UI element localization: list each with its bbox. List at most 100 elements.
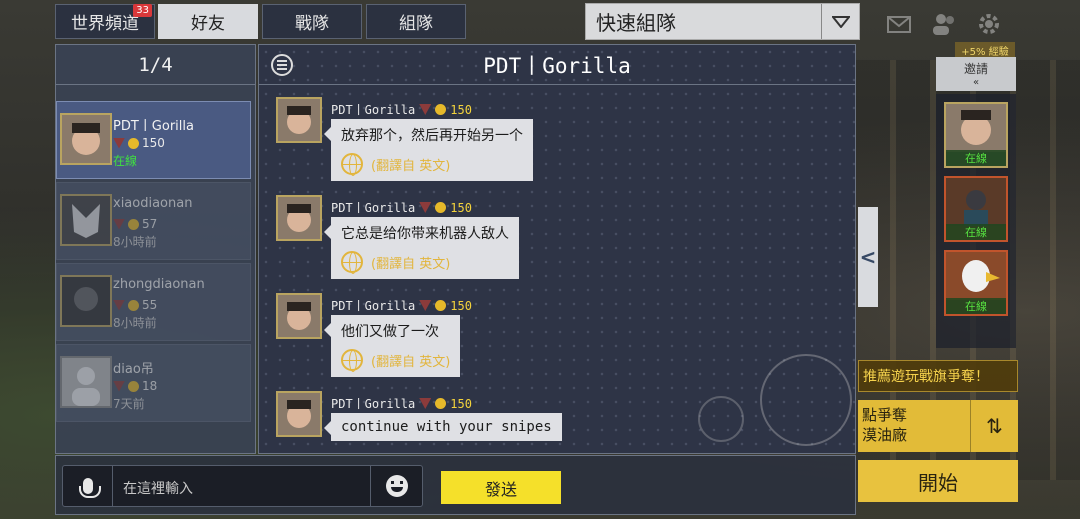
star-icon bbox=[435, 300, 447, 311]
friend-name: xiaodiaonan bbox=[113, 196, 193, 211]
team-slot[interactable]: 在線 bbox=[944, 250, 1008, 316]
sender-line: PDT丨Gorilla 150 bbox=[331, 298, 472, 314]
star-icon bbox=[435, 202, 447, 213]
tab-friends[interactable]: 好友 bbox=[158, 4, 258, 39]
rank-icon bbox=[113, 218, 125, 230]
microphone-icon bbox=[78, 478, 101, 498]
message-text: 它总是给你带来机器人敌人 bbox=[341, 226, 509, 242]
emoji-button[interactable] bbox=[370, 466, 422, 506]
friend-item[interactable]: PDT丨Gorilla 150 在線 bbox=[56, 101, 251, 179]
joystick-decor bbox=[760, 354, 852, 446]
friends-icon[interactable] bbox=[930, 10, 958, 38]
tab-label: 戰隊 bbox=[295, 14, 329, 34]
team-slot[interactable]: 在線 bbox=[944, 176, 1008, 242]
chevron-down-icon bbox=[821, 4, 859, 39]
recommend-banner: 推薦遊玩戰旗爭奪！ bbox=[858, 360, 1018, 392]
avatar bbox=[946, 104, 1006, 152]
friend-item[interactable]: zhongdiaonan 55 8小時前 bbox=[56, 263, 251, 341]
friend-name: PDT丨Gorilla bbox=[113, 119, 194, 134]
unread-badge: 33 bbox=[133, 4, 152, 17]
message-text: 放弃那个，然后再开始另一个 bbox=[341, 128, 523, 144]
emoji-icon bbox=[385, 475, 408, 497]
avatar bbox=[60, 194, 112, 246]
rank-icon bbox=[419, 202, 432, 213]
rank-icon bbox=[419, 104, 432, 115]
rank-icon bbox=[113, 299, 125, 311]
translation-note[interactable]: (翻譯自 英文) bbox=[341, 153, 523, 176]
start-button[interactable]: 開始 bbox=[858, 460, 1018, 502]
avatar bbox=[276, 391, 322, 437]
avatar bbox=[60, 275, 112, 327]
menu-icon[interactable] bbox=[271, 54, 293, 76]
page-indicator: 1/4 bbox=[56, 45, 255, 85]
chat-input[interactable]: 在這裡輸入 bbox=[123, 478, 193, 498]
friends-list-panel: 1/4 PDT丨Gorilla 150 在線 xiaodiaonan 57 8小… bbox=[55, 44, 256, 454]
chat-input-bar: 在這裡輸入 bbox=[62, 465, 423, 507]
send-button[interactable]: 發送 bbox=[441, 471, 561, 504]
chat-header: PDT丨Gorilla bbox=[259, 45, 855, 85]
friend-level: 150 bbox=[113, 136, 165, 150]
mail-icon[interactable] bbox=[885, 10, 913, 38]
friend-level: 18 bbox=[113, 379, 157, 393]
team-slots: 在線 在線 在線 bbox=[936, 94, 1016, 348]
friend-name: zhongdiaonan bbox=[113, 277, 205, 292]
tab-label: 組隊 bbox=[399, 14, 433, 34]
message-bubble[interactable]: 放弃那个，然后再开始另一个 (翻譯自 英文) bbox=[324, 119, 533, 181]
mode-label: 點爭奪 漠油廠 bbox=[862, 406, 908, 444]
collapse-panel-tab[interactable]: < bbox=[858, 207, 878, 307]
mode-select-button[interactable]: 點爭奪 漠油廠 ⇅ bbox=[858, 400, 1018, 452]
joystick-small-decor bbox=[698, 396, 744, 442]
sender-line: PDT丨Gorilla 150 bbox=[331, 396, 472, 412]
avatar bbox=[276, 293, 322, 339]
friend-level: 57 bbox=[113, 217, 157, 231]
star-icon bbox=[128, 380, 139, 392]
tab-team[interactable]: 組隊 bbox=[366, 4, 466, 39]
friend-item[interactable]: xiaodiaonan 57 8小時前 bbox=[56, 182, 251, 260]
avatar bbox=[60, 356, 112, 408]
rank-icon bbox=[419, 300, 432, 311]
avatar bbox=[946, 252, 1006, 300]
invite-label: 邀請 bbox=[963, 62, 988, 76]
message-bubble[interactable]: 它总是给你带来机器人敌人 (翻譯自 英文) bbox=[324, 217, 519, 279]
tab-label: 世界頻道 bbox=[71, 14, 139, 34]
avatar bbox=[276, 195, 322, 241]
globe-icon bbox=[341, 349, 363, 372]
message-bubble[interactable]: continue with your snipes bbox=[324, 413, 562, 441]
friend-status: 7天前 bbox=[113, 397, 145, 411]
message-text: 他们又做了一次 bbox=[341, 324, 439, 340]
rank-icon bbox=[419, 398, 432, 409]
slot-status: 在線 bbox=[946, 224, 1006, 240]
globe-icon bbox=[341, 251, 363, 274]
team-slot[interactable]: 在線 bbox=[944, 102, 1008, 168]
voice-button[interactable] bbox=[63, 466, 113, 506]
chevron-left-icon: < bbox=[859, 245, 877, 269]
avatar bbox=[946, 178, 1006, 226]
friend-level: 55 bbox=[113, 298, 157, 312]
invite-button[interactable]: 邀請 « bbox=[936, 57, 1016, 91]
quick-team-dropdown[interactable]: 快速組隊 bbox=[585, 3, 860, 40]
translation-note[interactable]: (翻譯自 英文) bbox=[341, 349, 450, 372]
dropdown-label: 快速組隊 bbox=[596, 11, 676, 35]
sender-line: PDT丨Gorilla 150 bbox=[331, 102, 472, 118]
message-bubble[interactable]: 他们又做了一次 (翻譯自 英文) bbox=[323, 315, 461, 377]
double-chevron-icon: « bbox=[972, 77, 980, 88]
friend-status: 在線 bbox=[113, 154, 138, 168]
friend-item[interactable]: diao吊 18 7天前 bbox=[56, 344, 251, 422]
friend-status: 8小時前 bbox=[113, 316, 157, 330]
avatar bbox=[60, 113, 112, 165]
tab-clan[interactable]: 戰隊 bbox=[262, 4, 362, 39]
tab-world-channel[interactable]: 世界頻道 33 bbox=[55, 4, 155, 39]
sender-line: PDT丨Gorilla 150 bbox=[331, 200, 472, 216]
slot-status: 在線 bbox=[946, 150, 1006, 166]
star-icon bbox=[435, 104, 447, 115]
friend-status: 8小時前 bbox=[113, 235, 157, 249]
star-icon bbox=[128, 299, 139, 311]
avatar bbox=[276, 97, 322, 143]
translation-note[interactable]: (翻譯自 英文) bbox=[341, 251, 509, 274]
star-icon bbox=[128, 218, 139, 230]
swap-icon[interactable]: ⇅ bbox=[970, 400, 1018, 452]
tab-label: 好友 bbox=[191, 14, 225, 34]
gear-icon[interactable] bbox=[975, 10, 1003, 38]
rank-icon bbox=[113, 380, 125, 392]
slot-status: 在線 bbox=[946, 298, 1006, 314]
